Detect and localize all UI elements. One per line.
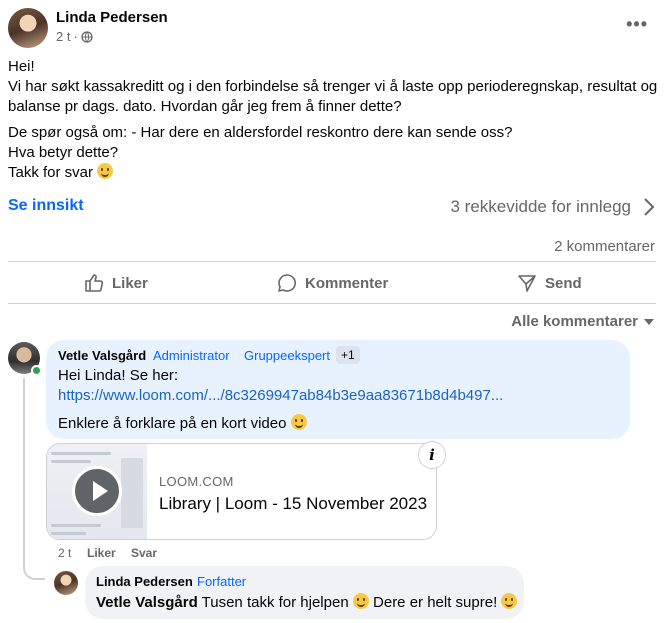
reply-text-1: Tusen takk for hjelpen [201,594,349,611]
send-button[interactable]: Send [517,272,582,294]
smile-emoji-icon [290,414,307,430]
comment-link[interactable]: https://www.loom.com/.../8c3269947ab84b3… [58,387,503,404]
thumbs-up-icon [85,274,104,292]
reach-label: 3 rekkevidde for innlegg [450,197,631,216]
see-insight-link[interactable]: Se innsikt [8,197,84,215]
comment-time[interactable]: 2 t [58,546,71,560]
play-icon[interactable] [72,466,122,516]
author-avatar[interactable] [8,8,48,48]
ellipsis-icon[interactable]: ••• [626,14,648,35]
comments-count[interactable]: 2 kommentarer [554,238,655,255]
post-thanks: Takk for svar [8,163,658,183]
comment-reply-button[interactable]: Svar [131,546,157,560]
thread-line [23,378,25,568]
comment-label: Kommenter [305,274,389,292]
comment-icon [278,274,296,292]
more-badges-button[interactable]: +1 [336,346,360,364]
link-preview-card[interactable]: LOOM.COM Library | Loom - 15 November 20… [46,443,437,540]
comment-button[interactable]: Kommenter [277,272,388,294]
post-question: De spør også om: - Har dere en aldersfor… [8,124,513,141]
divider [8,261,656,262]
comment-text: Hei Linda! Se her: [58,367,179,384]
divider [8,303,656,304]
send-label: Send [545,274,582,292]
post-thanks-text: Takk for svar [8,164,94,181]
comment-text-2: Enklere å forklare på en kort video [58,414,307,434]
comment-author-name[interactable]: Vetle Valsgård [58,348,146,363]
like-button[interactable]: Liker [84,272,148,294]
comments-filter-label: Alle kommentarer [511,313,638,330]
post-greeting: Hei! [8,58,35,75]
link-title: Library | Loom - 15 November 2023 [159,494,428,513]
author-badge[interactable]: Forfatter [197,574,246,589]
post-question-2: Hva betyr dette? [8,144,119,161]
post-paragraph: Vi har søkt kassakreditt og i den forbin… [8,78,658,115]
group-expert-badge[interactable]: Gruppeekspert [244,348,330,363]
link-domain: LOOM.COM [159,474,234,489]
comment-text-2-label: Enklere å forklare på en kort video [58,415,287,432]
reply-text-2: Dere er helt supre! [373,594,498,611]
like-label: Liker [112,274,148,292]
info-icon[interactable]: i [418,441,446,469]
reach-link[interactable]: 3 rekkevidde for innlegg [450,197,655,217]
post-meta: 2 t · [56,29,93,44]
reply-author-name[interactable]: Linda Pedersen [96,574,193,589]
reply-text: Vetle Valsgård Tusen takk for hjelpen De… [96,593,518,613]
smile-emoji-icon [97,163,114,179]
admin-badge[interactable]: Administrator [153,348,230,363]
send-icon [518,275,536,292]
grin-emoji-icon [501,593,518,609]
caret-down-icon [644,318,654,325]
comment-like-button[interactable]: Liker [87,546,116,560]
reply-author-avatar[interactable] [54,571,78,595]
post-time[interactable]: 2 t [56,29,70,44]
thread-connector [23,560,45,580]
comments-filter-dropdown[interactable]: Alle kommentarer [511,313,654,330]
smile-emoji-icon [352,593,369,609]
reply-mention[interactable]: Vetle Valsgård [96,594,198,611]
chevron-right-icon [644,198,655,216]
globe-icon [81,30,93,43]
post-author-name[interactable]: Linda Pedersen [56,9,168,26]
online-status-icon [31,365,42,376]
